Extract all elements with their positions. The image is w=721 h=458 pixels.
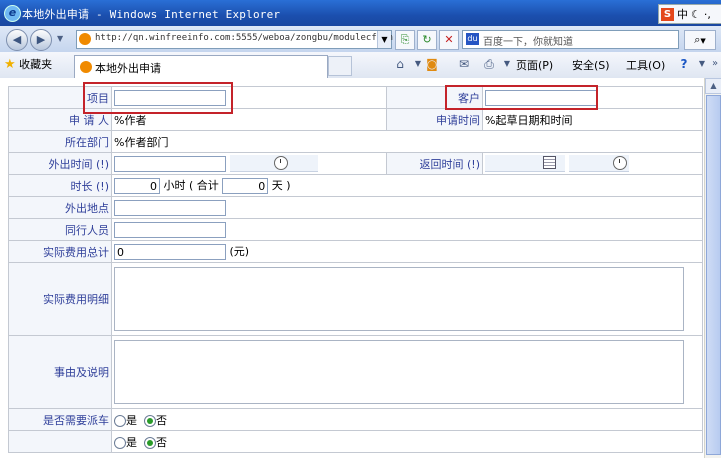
reason-row: 事由及说明 (8, 335, 703, 409)
vertical-scrollbar[interactable]: ▲ (704, 78, 721, 458)
favorites-button[interactable]: ★ 收藏夹 (4, 56, 52, 72)
address-dropdown-icon[interactable]: ▼ (377, 31, 391, 48)
dept-row: 所在部门 %作者部门 (8, 130, 703, 153)
days-unit: 天 ) (271, 179, 291, 192)
window-title: 本地外出申请 - Windows Internet Explorer (22, 8, 281, 21)
ime-toolbar[interactable]: S 中 ☾ ·, (658, 4, 721, 24)
clock-icon[interactable] (273, 156, 288, 170)
refresh-icon[interactable]: ↻ (417, 30, 437, 50)
help-icon[interactable]: ? (676, 56, 692, 72)
need-car-yes-radio[interactable] (114, 414, 126, 427)
print-dropdown-icon[interactable]: ▼ (499, 56, 515, 72)
page-content: 项目 客户 申 请 人 %作者 申请时间 %起草日期和时间 所在部门 %作者部门… (0, 78, 704, 458)
stop-icon[interactable]: ✕ (439, 30, 459, 50)
extra-radio-row: 是 否 (8, 430, 703, 453)
location-label: 外出地点 (8, 196, 112, 219)
tab-favicon-icon (80, 61, 92, 73)
address-field[interactable]: http://qn.winfreeinfo.com:5555/weboa/zon… (76, 30, 393, 49)
return-date-picker[interactable] (485, 155, 565, 172)
moon-icon: ☾ (691, 7, 701, 21)
scroll-up-icon[interactable]: ▲ (705, 78, 721, 94)
extra-yes-radio[interactable] (114, 436, 126, 449)
back-button[interactable]: ◀ (6, 29, 28, 51)
window-title-bar: e 本地外出申请 - Windows Internet Explorer S 中… (0, 0, 721, 26)
punctuation-icon: ·, (703, 7, 711, 21)
out-time-label: 外出时间 (!) (8, 152, 112, 175)
companion-input[interactable] (114, 221, 226, 238)
tools-menu[interactable]: 工具(O) (626, 57, 665, 73)
favorites-star-icon: ★ (4, 57, 16, 72)
out-time-picker[interactable] (229, 155, 318, 172)
mail-icon[interactable]: ✉ (456, 56, 472, 72)
application-form: 项目 客户 申 请 人 %作者 申请时间 %起草日期和时间 所在部门 %作者部门… (8, 86, 703, 453)
return-time-picker[interactable] (568, 155, 629, 172)
sogou-icon: S (661, 7, 674, 21)
ime-mode-label[interactable]: 中 (677, 6, 688, 22)
location-input[interactable] (114, 199, 226, 216)
search-placeholder[interactable]: 百度一下，你就知道 (483, 33, 573, 48)
dept-label: 所在部门 (8, 130, 112, 153)
out-date-input[interactable] (114, 155, 226, 172)
cost-detail-label: 实际费用明细 (8, 262, 112, 336)
total-cost-label: 实际费用总计 (8, 240, 112, 263)
scroll-thumb[interactable] (706, 95, 721, 455)
extra-yes-label: 是 (126, 435, 137, 449)
need-car-yes-label: 是 (126, 413, 137, 427)
home-icon[interactable]: ⌂ (392, 56, 408, 72)
time-row: 外出时间 (!) 返回时间 (!) (8, 152, 703, 175)
page-menu[interactable]: 页面(P) (516, 57, 553, 73)
dept-value: %作者部门 (111, 130, 703, 153)
favorites-label: 收藏夹 (19, 58, 53, 71)
return-time-label: 返回时间 (!) (386, 152, 483, 175)
safety-menu[interactable]: 安全(S) (572, 57, 610, 73)
more-commands-icon[interactable]: » (707, 56, 721, 72)
address-url[interactable]: http://qn.winfreeinfo.com:5555/weboa/zon… (95, 33, 393, 43)
hours-input[interactable] (114, 178, 160, 194)
new-tab-button[interactable] (328, 56, 352, 76)
days-input[interactable] (222, 178, 269, 194)
total-cost-row: 实际费用总计 (元) (8, 240, 703, 263)
baidu-icon: du (466, 33, 479, 45)
need-car-no-radio[interactable] (144, 414, 156, 427)
extra-no-label: 否 (156, 435, 167, 449)
companion-row: 同行人员 (8, 218, 703, 241)
apply-time-label: 申请时间 (386, 108, 483, 131)
rss-icon[interactable]: ◙ (424, 56, 440, 72)
history-dropdown-icon[interactable]: ▼ (57, 34, 63, 43)
duration-row: 时长 (!) 小时 ( 合计 天 ) (8, 174, 703, 197)
ie-logo-icon: e (4, 5, 21, 22)
search-button[interactable]: ⌕▼ (684, 30, 716, 50)
forward-button[interactable]: ▶ (30, 29, 52, 51)
total-cost-unit: (元) (229, 245, 250, 258)
need-car-label: 是否需要派车 (8, 408, 112, 431)
site-favicon-icon (79, 33, 91, 45)
search-field[interactable]: du 百度一下，你就知道 (462, 30, 679, 49)
companion-label: 同行人员 (8, 218, 112, 241)
total-cost-input[interactable] (114, 244, 226, 260)
tab-title: 本地外出申请 (95, 62, 161, 75)
print-icon[interactable]: ⎙ (481, 56, 497, 72)
reason-textarea[interactable] (114, 340, 684, 404)
extra-no-radio[interactable] (144, 436, 156, 449)
location-row: 外出地点 (8, 196, 703, 219)
address-toolbar: ◀ ▶ ▼ http://qn.winfreeinfo.com:5555/web… (0, 26, 721, 52)
reason-label: 事由及说明 (8, 335, 112, 409)
apply-time-value: %起草日期和时间 (482, 108, 703, 131)
hours-unit: 小时 ( 合计 (163, 179, 219, 192)
project-highlight-box (83, 82, 233, 114)
cost-detail-textarea[interactable] (114, 267, 684, 331)
clock-icon[interactable] (612, 156, 627, 170)
need-car-row: 是否需要派车 是 否 (8, 408, 703, 431)
browser-tab[interactable]: 本地外出申请 (74, 55, 328, 78)
command-bar: ★ 收藏夹 本地外出申请 ⌂ ▼ ◙ ✉ ⎙ ▼ 页面(P) 安全(S) 工具(… (0, 52, 721, 79)
compatibility-icon[interactable]: ⎘ (395, 30, 415, 50)
calendar-icon[interactable] (543, 156, 556, 169)
cost-detail-row: 实际费用明细 (8, 262, 703, 336)
customer-highlight-box (445, 85, 598, 110)
need-car-no-label: 否 (156, 413, 167, 427)
duration-label: 时长 (!) (8, 174, 112, 197)
